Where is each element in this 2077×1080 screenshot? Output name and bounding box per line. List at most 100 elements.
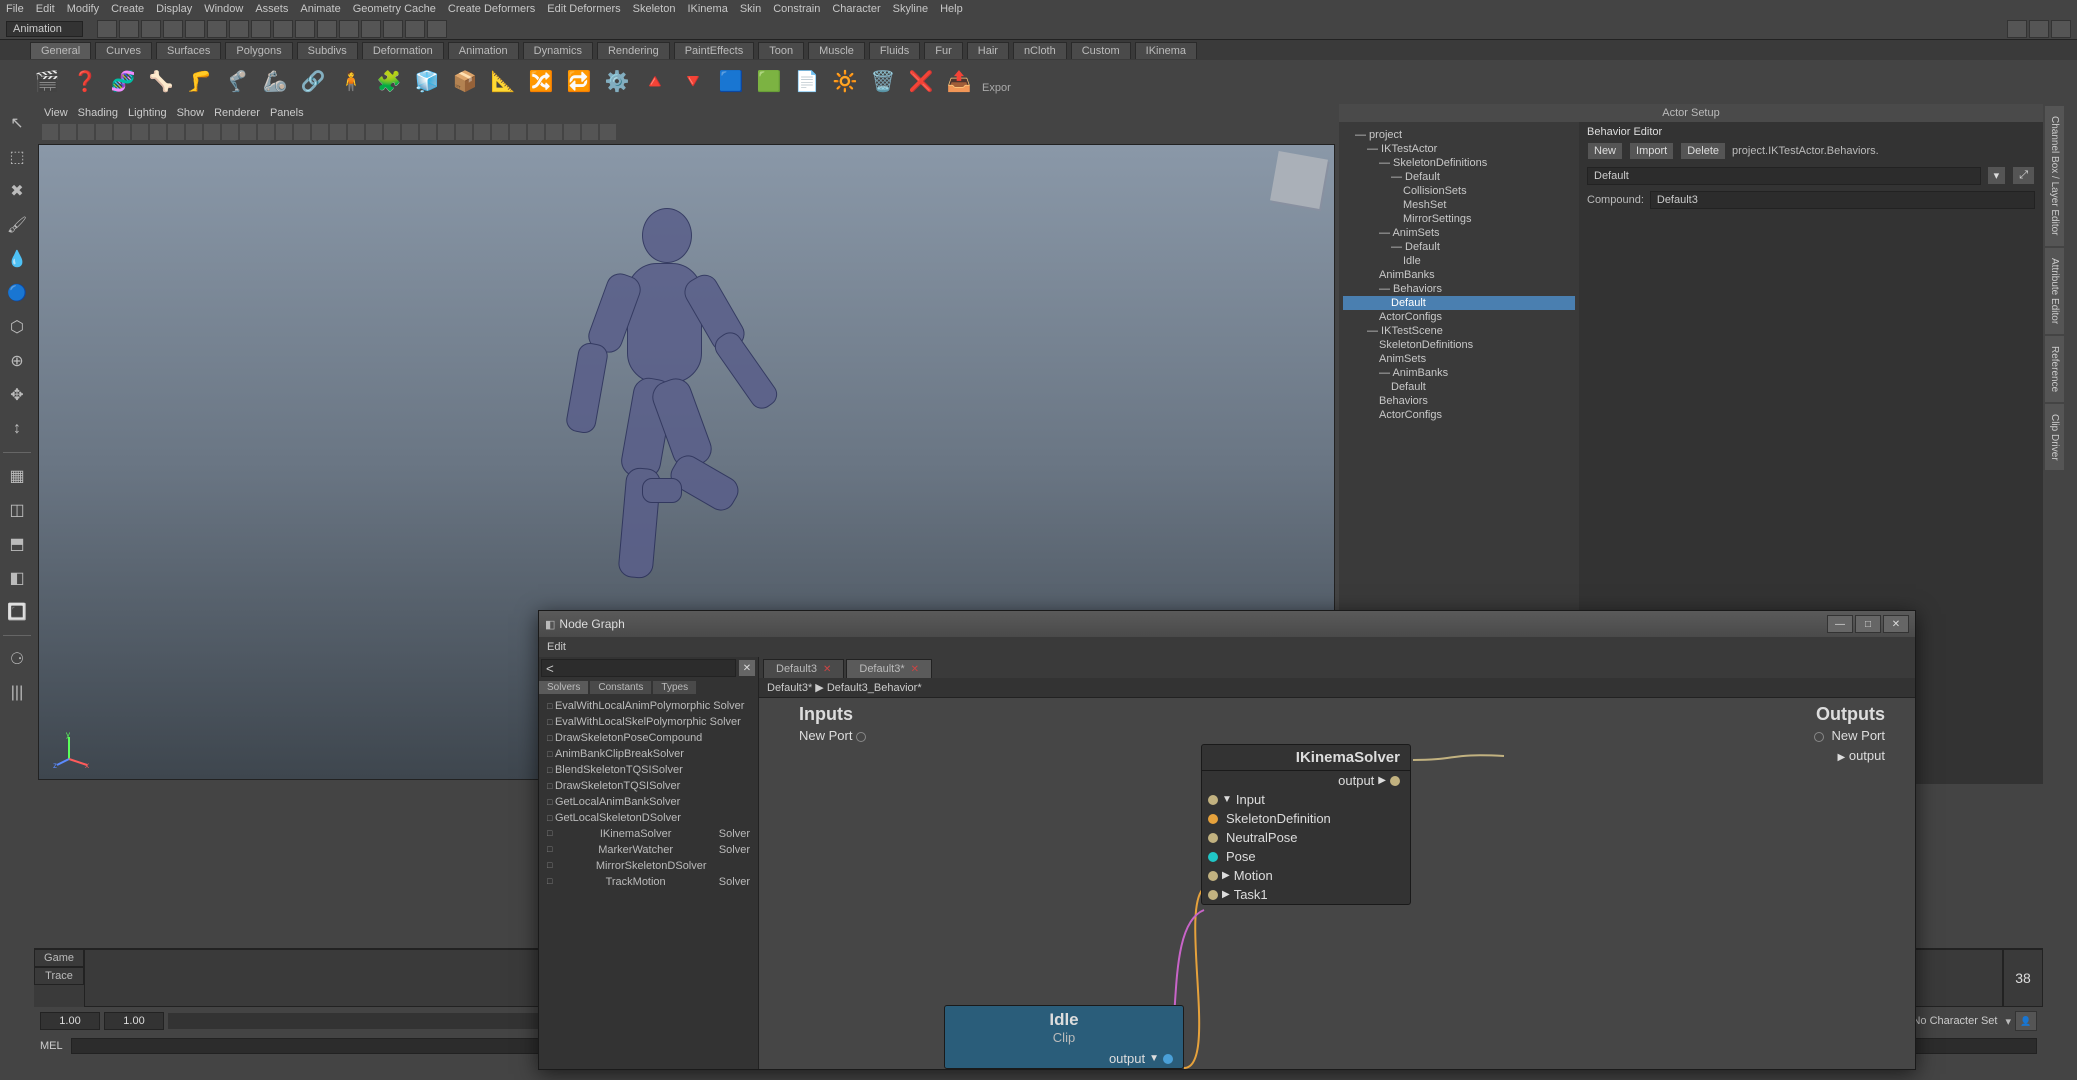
tool-button[interactable]: ⚆ bbox=[2, 644, 32, 674]
tool-button[interactable]: 🔵 bbox=[2, 278, 32, 308]
viewport-menu-panels[interactable]: Panels bbox=[270, 107, 304, 119]
status-button[interactable] bbox=[317, 20, 337, 38]
viewport-tool-button[interactable] bbox=[510, 124, 526, 140]
status-button[interactable] bbox=[207, 20, 227, 38]
node-category-tab-constants[interactable]: Constants bbox=[590, 681, 651, 694]
view-cube[interactable] bbox=[1270, 151, 1328, 209]
viewport-menu-shading[interactable]: Shading bbox=[78, 107, 118, 119]
node-list-item[interactable]: MarkerWatcherSolver bbox=[545, 842, 752, 858]
viewport-tool-button[interactable] bbox=[42, 124, 58, 140]
shelf-tab-dynamics[interactable]: Dynamics bbox=[523, 42, 593, 59]
shelf-button[interactable]: ⚙️ bbox=[600, 64, 634, 98]
node-category-tab-types[interactable]: Types bbox=[653, 681, 696, 694]
char-set-dropdown[interactable]: ▾ bbox=[2005, 1015, 2011, 1028]
tool-button[interactable]: 🔳 bbox=[2, 597, 32, 627]
timeline-current-number[interactable]: 1.00 bbox=[104, 1012, 164, 1030]
viewport-menu-show[interactable]: Show bbox=[177, 107, 205, 119]
graph-tab[interactable]: Default3✕ bbox=[763, 659, 844, 678]
solver-port-input[interactable]: ▼Input bbox=[1202, 790, 1410, 809]
menu-edit-deformers[interactable]: Edit Deformers bbox=[547, 3, 620, 15]
status-button[interactable] bbox=[273, 20, 293, 38]
shelf-button[interactable]: 📄 bbox=[790, 64, 824, 98]
status-button[interactable] bbox=[361, 20, 381, 38]
node-category-tab-solvers[interactable]: Solvers bbox=[539, 681, 588, 694]
shelf-tab-custom[interactable]: Custom bbox=[1071, 42, 1131, 59]
tree-item[interactable]: Behaviors bbox=[1343, 394, 1575, 408]
shelf-tab-toon[interactable]: Toon bbox=[758, 42, 804, 59]
menu-assets[interactable]: Assets bbox=[255, 3, 288, 15]
tree-item[interactable]: — IKTestActor bbox=[1343, 142, 1575, 156]
shelf-button[interactable]: 🟩 bbox=[752, 64, 786, 98]
status-button[interactable] bbox=[251, 20, 271, 38]
tool-button[interactable]: ✖ bbox=[2, 176, 32, 206]
shelf-button[interactable]: 🧊 bbox=[410, 64, 444, 98]
viewport-tool-button[interactable] bbox=[222, 124, 238, 140]
viewport-tool-button[interactable] bbox=[546, 124, 562, 140]
menu-geometry-cache[interactable]: Geometry Cache bbox=[353, 3, 436, 15]
viewport-tool-button[interactable] bbox=[438, 124, 454, 140]
compound-field[interactable]: Default3 bbox=[1650, 191, 2035, 209]
behavior-path-field[interactable]: Default bbox=[1587, 167, 1981, 185]
shelf-tab-polygons[interactable]: Polygons bbox=[225, 42, 292, 59]
window-close-button[interactable]: ✕ bbox=[1883, 615, 1909, 633]
node-list-item[interactable]: DrawSkeletonTQSISolver bbox=[545, 778, 752, 794]
menu-window[interactable]: Window bbox=[204, 3, 243, 15]
menu-constrain[interactable]: Constrain bbox=[773, 3, 820, 15]
viewport-menu-lighting[interactable]: Lighting bbox=[128, 107, 167, 119]
solver-port-pose[interactable]: Pose bbox=[1202, 847, 1410, 866]
tree-item[interactable]: — Default bbox=[1343, 170, 1575, 184]
tree-item[interactable]: — project bbox=[1343, 128, 1575, 142]
viewport-tool-button[interactable] bbox=[330, 124, 346, 140]
solver-output-port[interactable]: output ▶ bbox=[1202, 771, 1410, 790]
viewport-tool-button[interactable] bbox=[204, 124, 220, 140]
tree-item[interactable]: CollisionSets bbox=[1343, 184, 1575, 198]
tool-button[interactable]: ⬚ bbox=[2, 142, 32, 172]
char-set-icon[interactable]: 👤 bbox=[2015, 1011, 2037, 1031]
menu-skeleton[interactable]: Skeleton bbox=[633, 3, 676, 15]
workspace-dropdown[interactable]: Animation bbox=[6, 21, 83, 37]
menu-animate[interactable]: Animate bbox=[300, 3, 340, 15]
viewport-menu-view[interactable]: View bbox=[44, 107, 68, 119]
tree-item[interactable]: — AnimBanks bbox=[1343, 366, 1575, 380]
node-list-item[interactable]: TrackMotionSolver bbox=[545, 874, 752, 890]
menu-create[interactable]: Create bbox=[111, 3, 144, 15]
viewport-tool-button[interactable] bbox=[132, 124, 148, 140]
window-titlebar[interactable]: ◧ Node Graph — □ ✕ bbox=[539, 611, 1915, 637]
timeline-start-number[interactable]: 1.00 bbox=[40, 1012, 100, 1030]
timeline-game-label[interactable]: Game bbox=[34, 949, 84, 967]
status-button[interactable] bbox=[405, 20, 425, 38]
node-search-clear[interactable]: ✕ bbox=[738, 659, 756, 677]
node-list-item[interactable]: BlendSkeletonTQSISolver bbox=[545, 762, 752, 778]
shelf-button[interactable]: 🔆 bbox=[828, 64, 862, 98]
viewport-tool-button[interactable] bbox=[186, 124, 202, 140]
tool-button[interactable]: ↖ bbox=[2, 108, 32, 138]
shelf-button[interactable]: 🗑️ bbox=[866, 64, 900, 98]
shelf-button[interactable]: 🔀 bbox=[524, 64, 558, 98]
status-button[interactable] bbox=[295, 20, 315, 38]
tool-button[interactable]: ⊕ bbox=[2, 346, 32, 376]
viewport-tool-button[interactable] bbox=[348, 124, 364, 140]
tab-close-icon[interactable]: ✕ bbox=[911, 664, 919, 675]
tool-button[interactable]: ⬡ bbox=[2, 312, 32, 342]
viewport-tool-button[interactable] bbox=[312, 124, 328, 140]
tool-button[interactable]: 🖌 bbox=[2, 210, 32, 240]
shelf-button[interactable]: 🦵 bbox=[182, 64, 216, 98]
tool-button[interactable]: ◧ bbox=[2, 563, 32, 593]
tree-item[interactable]: — Default bbox=[1343, 240, 1575, 254]
status-button-right[interactable] bbox=[2029, 20, 2049, 38]
viewport-tool-button[interactable] bbox=[258, 124, 274, 140]
shelf-tab-animation[interactable]: Animation bbox=[448, 42, 519, 59]
shelf-button[interactable]: 🦿 bbox=[220, 64, 254, 98]
node-list-item[interactable]: EvalWithLocalSkelPolymorphic Solver bbox=[545, 714, 752, 730]
shelf-tab-muscle[interactable]: Muscle bbox=[808, 42, 865, 59]
tool-button[interactable]: ↕ bbox=[2, 414, 32, 444]
shelf-tab-deformation[interactable]: Deformation bbox=[362, 42, 444, 59]
tree-item[interactable]: MirrorSettings bbox=[1343, 212, 1575, 226]
viewport-tool-button[interactable] bbox=[168, 124, 184, 140]
tool-button[interactable]: ◫ bbox=[2, 495, 32, 525]
status-button[interactable] bbox=[185, 20, 205, 38]
menu-help[interactable]: Help bbox=[940, 3, 963, 15]
tree-item[interactable]: ActorConfigs bbox=[1343, 408, 1575, 422]
tool-button[interactable]: ⬒ bbox=[2, 529, 32, 559]
shelf-button[interactable]: 🧩 bbox=[372, 64, 406, 98]
